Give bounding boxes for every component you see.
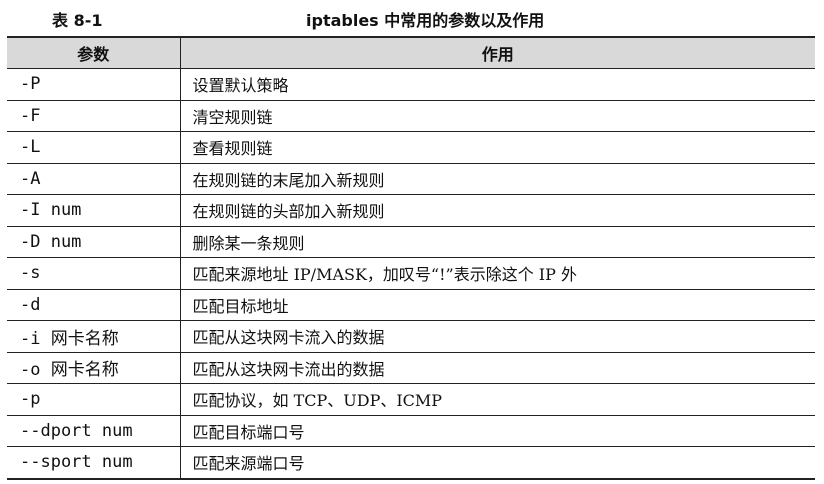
table-row: --dport num 匹配目标端口号: [7, 415, 815, 447]
table-row: -D num 删除某一条规则: [7, 226, 815, 258]
desc-cell: 匹配目标端口号: [180, 415, 815, 447]
param-cell: -i 网卡名称: [7, 320, 181, 353]
desc-cell: 匹配从这块网卡流入的数据: [180, 320, 815, 353]
desc-cell: 删除某一条规则: [180, 226, 815, 258]
param-cell: -P: [7, 68, 181, 101]
param-cell: -d: [7, 289, 181, 321]
table-row: -d 匹配目标地址: [7, 289, 815, 321]
table-row: -p 匹配协议，如 TCP、UDP、ICMP: [7, 383, 815, 416]
table-row: -s 匹配来源地址 IP/MASK，加叹号“!”表示除这个 IP 外: [7, 257, 815, 290]
param-cell: --dport num: [7, 415, 181, 447]
param-cell: -I num: [7, 194, 181, 227]
iptables-params-table: 参数 作用 -P 设置默认策略 -F 清空规则链 -L 查看规则链 -A 在规则…: [7, 36, 815, 480]
desc-cell: 匹配目标地址: [180, 289, 815, 321]
desc-cell: 设置默认策略: [180, 68, 815, 101]
param-cell: --sport num: [7, 446, 181, 480]
desc-cell: 匹配协议，如 TCP、UDP、ICMP: [180, 383, 815, 416]
table-caption: 表 8-1 iptables 中常用的参数以及作用: [0, 0, 824, 34]
param-cell: -L: [7, 131, 181, 164]
desc-cell: 匹配从这块网卡流出的数据: [180, 352, 815, 384]
param-cell: -A: [7, 163, 181, 195]
header-param: 参数: [7, 36, 181, 69]
desc-cell: 匹配来源端口号: [180, 446, 815, 480]
table-title: iptables 中常用的参数以及作用: [306, 11, 545, 30]
table-row: -L 查看规则链: [7, 131, 815, 164]
table-row: -i 网卡名称 匹配从这块网卡流入的数据: [7, 320, 815, 353]
param-cell: -F: [7, 100, 181, 132]
param-cell: -p: [7, 383, 181, 416]
desc-cell: 在规则链的末尾加入新规则: [180, 163, 815, 195]
table-row: --sport num 匹配来源端口号: [7, 446, 815, 480]
desc-cell: 清空规则链: [180, 100, 815, 132]
table-row: -F 清空规则链: [7, 100, 815, 132]
table-header-row: 参数 作用: [7, 36, 815, 69]
table-number: 表 8-1: [52, 11, 103, 30]
table-row: -P 设置默认策略: [7, 68, 815, 101]
table-row: -I num 在规则链的头部加入新规则: [7, 194, 815, 227]
param-cell: -s: [7, 257, 181, 290]
header-function: 作用: [180, 36, 815, 69]
desc-cell: 匹配来源地址 IP/MASK，加叹号“!”表示除这个 IP 外: [180, 257, 815, 290]
desc-cell: 在规则链的头部加入新规则: [180, 194, 815, 227]
desc-cell: 查看规则链: [180, 131, 815, 164]
table-row: -A 在规则链的末尾加入新规则: [7, 163, 815, 195]
param-cell: -D num: [7, 226, 181, 258]
param-cell: -o 网卡名称: [7, 352, 181, 384]
table-row: -o 网卡名称 匹配从这块网卡流出的数据: [7, 352, 815, 384]
